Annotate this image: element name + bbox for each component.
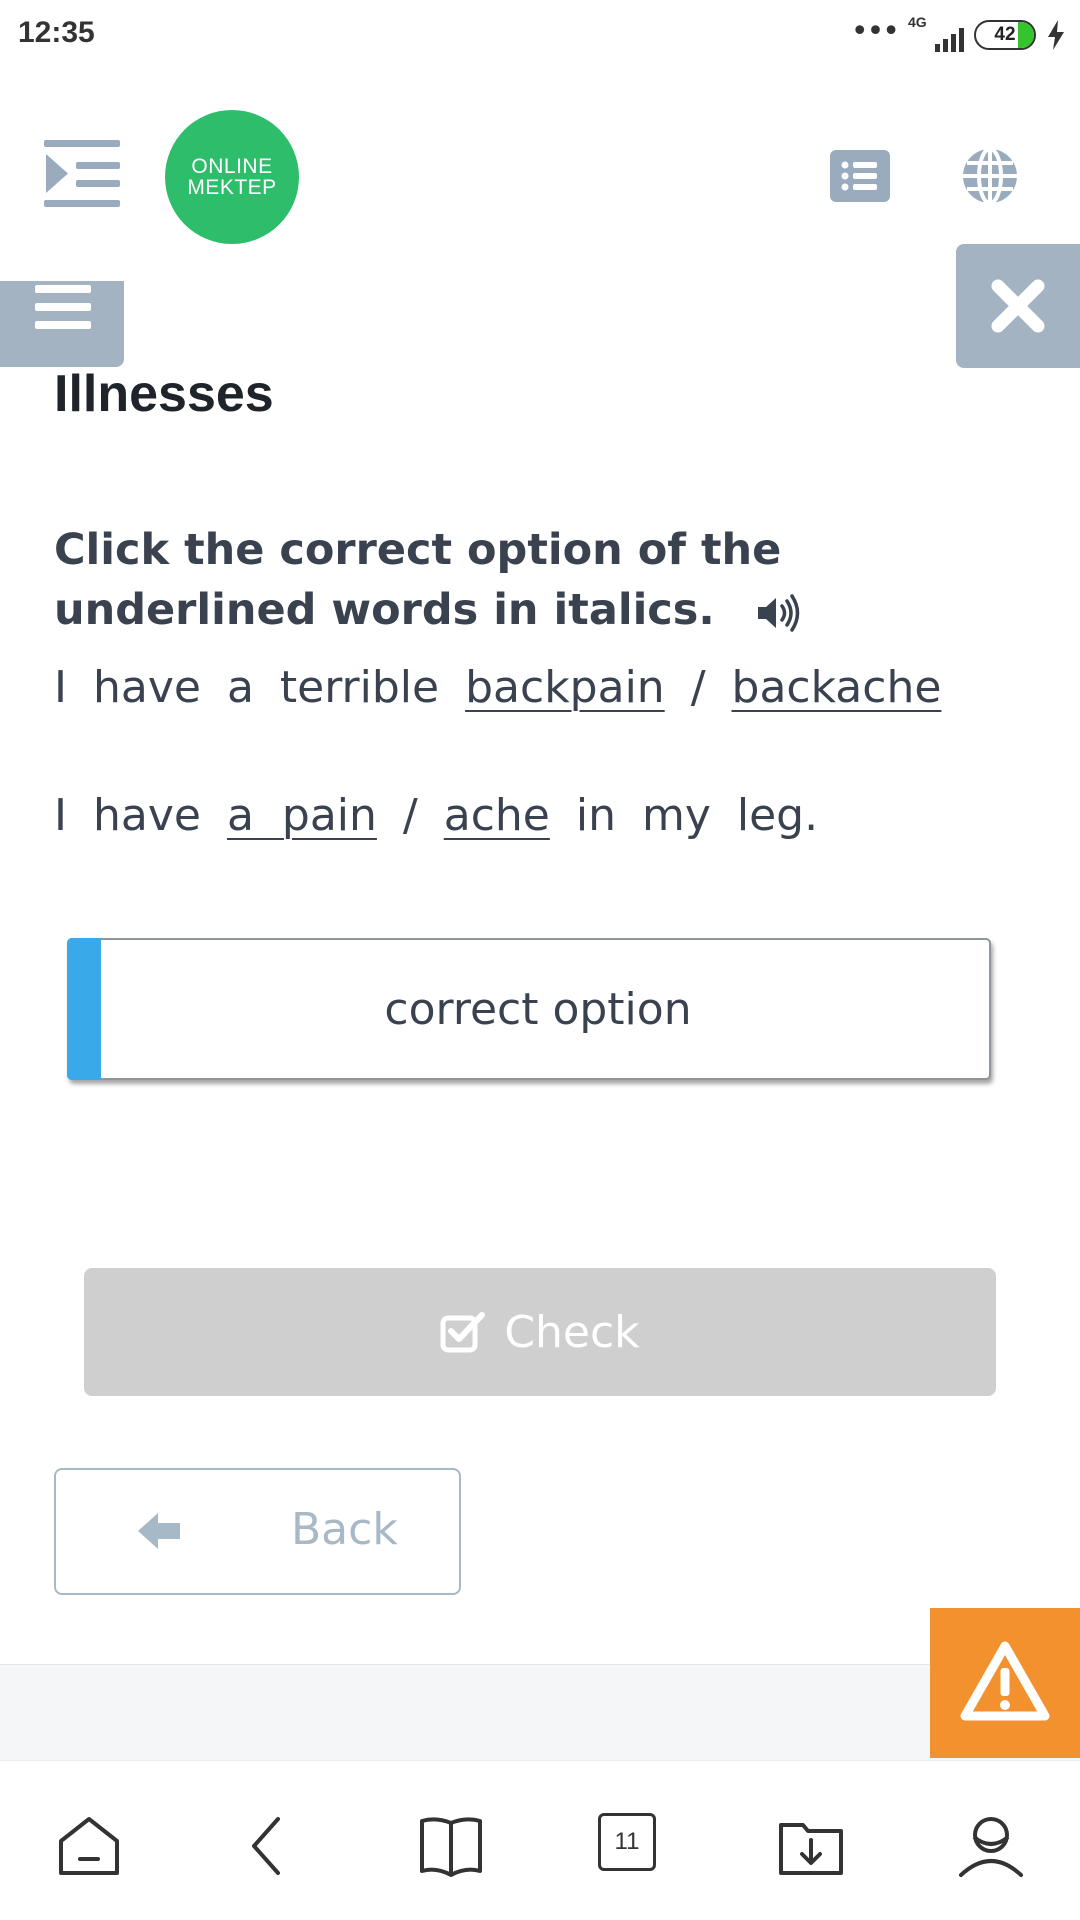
online-mektep-logo[interactable]: ONLINE MEKTEP <box>165 110 299 244</box>
instruction-text: Click the correct option of the underlin… <box>54 525 782 635</box>
option-backache[interactable]: backache <box>732 662 942 713</box>
answer-label: correct option <box>384 983 692 1035</box>
close-icon[interactable] <box>956 244 1080 368</box>
speaker-icon[interactable] <box>756 593 802 633</box>
back-button-label: Back <box>291 1504 398 1555</box>
back-button[interactable]: Back <box>54 1468 461 1595</box>
tabs-count: 11 <box>598 1813 656 1871</box>
sentence-word: have <box>92 790 201 841</box>
content-footer-area <box>0 1664 1080 1760</box>
checkbox-checked-icon <box>440 1312 486 1353</box>
downloads-folder-icon[interactable] <box>778 1813 844 1879</box>
arrow-left-icon <box>138 1513 180 1549</box>
back-arrow-icon[interactable] <box>236 1813 302 1879</box>
sentence-word: a <box>226 662 254 713</box>
exercise-sentence-1: Ihave a terrible backpain / backache <box>54 662 967 713</box>
option-a-pain[interactable]: a pain <box>227 790 377 841</box>
book-icon[interactable] <box>418 1813 484 1879</box>
answer-stripe <box>67 938 101 1080</box>
sentence-word: terrible <box>279 662 440 713</box>
status-time: 12:35 <box>18 16 95 49</box>
logo-line-1: ONLINE <box>191 155 273 178</box>
sentence-word: leg. <box>736 790 819 841</box>
sentence-word: I <box>54 662 67 713</box>
sentence-word: my <box>641 790 711 841</box>
outline-menu-icon[interactable] <box>44 138 122 208</box>
hamburger-menu-icon[interactable] <box>0 281 124 367</box>
list-icon[interactable] <box>830 150 890 202</box>
battery-level: 42 <box>994 24 1016 45</box>
network-type: 4G <box>908 14 927 30</box>
more-dots-icon: ••• <box>850 14 900 49</box>
exercise-sentence-2: Ihave a pain / ache in my leg. <box>54 790 844 841</box>
option-ache[interactable]: ache <box>444 790 550 841</box>
status-icons: ••• 4G 42 <box>850 14 1066 52</box>
globe-icon[interactable] <box>960 146 1020 206</box>
tabs-icon[interactable]: 11 <box>598 1813 664 1879</box>
signal-icon: 4G <box>908 14 964 52</box>
answer-feedback-box: correct option <box>67 938 991 1080</box>
option-separator: / <box>690 662 706 713</box>
battery-icon: 42 <box>974 20 1036 50</box>
check-button-label: Check <box>504 1306 640 1358</box>
home-icon[interactable] <box>56 1813 122 1879</box>
charging-icon <box>1048 20 1064 50</box>
option-backpain[interactable]: backpain <box>465 662 665 713</box>
sentence-word: have <box>92 662 201 713</box>
logo-line-2: MEKTEP <box>187 176 277 199</box>
profile-icon[interactable] <box>958 1813 1024 1879</box>
app-header: ONLINE MEKTEP <box>0 72 1080 282</box>
sentence-word: I <box>54 790 67 841</box>
check-button[interactable]: Check <box>84 1268 996 1396</box>
warning-icon[interactable] <box>930 1608 1080 1758</box>
option-separator: / <box>402 790 418 841</box>
browser-bottom-nav: 11 <box>0 1760 1080 1920</box>
status-bar: 12:35 ••• 4G 42 <box>0 0 1080 72</box>
page-title: Illnesses <box>54 365 274 423</box>
exercise-instruction: Click the correct option of the underlin… <box>54 520 994 640</box>
sentence-word: in <box>575 790 616 841</box>
